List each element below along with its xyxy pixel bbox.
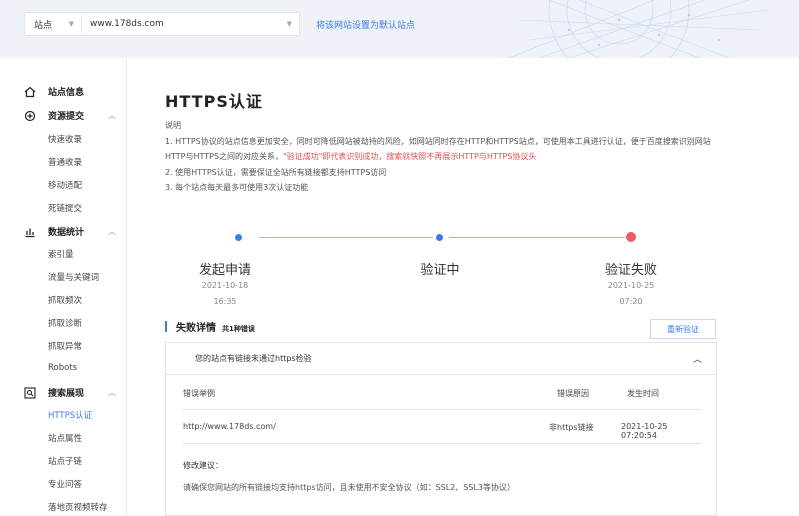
step-date: 2021-10-18	[201, 281, 249, 290]
step-connector	[259, 237, 433, 238]
suggestion-title: 修改建议：	[183, 461, 223, 470]
description-line: HTTP与HTTPS之间的对应关系，"验证成功"即代表识别成功，搜索就快照不再展…	[165, 149, 725, 165]
error-panel-header[interactable]: 您的站点有链接未通过https检验 ︿	[166, 343, 716, 375]
column-header-reason: 错误原因	[557, 389, 589, 398]
sidebar-item-robots[interactable]: Robots	[48, 363, 77, 373]
sidebar-item-mobile-adapt[interactable]: 移动适配	[48, 179, 82, 191]
site-selector[interactable]: 站点 ▼ www.178ds.com ▼	[24, 12, 300, 36]
home-icon	[24, 86, 36, 98]
sidebar-item-traffic-keywords[interactable]: 流量与关键词	[48, 271, 99, 283]
sidebar-item-dead-link[interactable]: 死链提交	[48, 202, 82, 214]
set-default-site-link[interactable]: 将该网站设置为默认站点	[316, 18, 415, 31]
sidebar-section-label: 站点信息	[48, 88, 85, 98]
step-time: 16:35	[213, 297, 237, 306]
chevron-down-icon: ▼	[68, 20, 74, 28]
description-line: 3. 每个站点每天最多可使用3次认证功能	[165, 183, 309, 192]
sidebar-section-search-display[interactable]: 搜索展现 ︿	[24, 386, 116, 399]
sidebar-item-fast-index[interactable]: 快速收录	[48, 133, 82, 145]
chart-icon	[24, 226, 36, 238]
top-bar: 站点 ▼ www.178ds.com ▼ 将该网站设置为默认站点	[0, 0, 799, 58]
search-display-icon	[24, 386, 36, 399]
submit-icon	[24, 110, 36, 122]
sidebar-section-site-info[interactable]: 站点信息	[24, 85, 116, 98]
step-date: 2021-10-25	[607, 281, 655, 290]
sidebar-item-landing-video[interactable]: 落地页视频转存	[48, 501, 108, 513]
step-label: 验证中	[420, 263, 460, 278]
sidebar-item-crawl-errors[interactable]: 抓取异常	[48, 340, 82, 352]
suggestion-text: 请确保您网站的所有链接均支持https访问，且未使用不安全协议（如：SSL2、S…	[183, 483, 515, 492]
sidebar-section-resource-submit[interactable]: 资源提交 ︿	[24, 109, 116, 122]
reverify-button[interactable]: 重新验证	[650, 319, 716, 339]
chevron-up-icon[interactable]: ︿	[693, 352, 702, 365]
step-label: 验证失败	[604, 263, 657, 278]
sidebar-item-site-attributes[interactable]: 站点属性	[48, 432, 82, 444]
sidebar-item-crawl-frequency[interactable]: 抓取频次	[48, 294, 82, 306]
table-header-row: 错误举例 错误原因 发生时间	[183, 375, 701, 410]
failure-details-header: 失败详情 共1种错误	[165, 319, 255, 334]
failure-details-title: 失败详情	[176, 323, 216, 334]
sidebar-section-label: 资源提交	[48, 112, 85, 122]
chevron-up-icon: ︿	[108, 227, 116, 236]
error-panel-title: 您的站点有链接未通过https检验	[195, 354, 312, 363]
description-line: 1. HTTPS协议的站点信息更加安全，同时可降低网站被劫持的风险，如网站同时存…	[165, 136, 711, 146]
chevron-up-icon: ︿	[108, 111, 116, 120]
error-table: 错误举例 错误原因 发生时间 http://www.178ds.com/ 非ht…	[183, 375, 701, 444]
site-domain-dropdown[interactable]: www.178ds.com ▼	[82, 13, 299, 35]
error-count: 共1种错误	[222, 325, 255, 333]
site-type-dropdown[interactable]: 站点 ▼	[25, 13, 82, 35]
progress-steps: 发起申请 2021-10-18 16:35 验证中 验证失败 2021-10-2…	[165, 228, 725, 318]
description-heading: 说明	[165, 121, 181, 130]
sidebar-section-label: 数据统计	[48, 228, 85, 238]
step-dot-done	[436, 234, 443, 241]
column-header-example: 错误举例	[183, 389, 215, 398]
sidebar-item-https-auth[interactable]: HTTPS认证	[48, 409, 92, 421]
error-panel: 您的站点有链接未通过https检验 ︿ 错误举例 错误原因 发生时间 http:…	[165, 342, 717, 516]
sidebar: 站点信息 资源提交 ︿ 快速收录 普通收录 移动适配 死链提交 数据统计 ︿ 索…	[0, 58, 127, 516]
chevron-down-icon: ▼	[286, 20, 292, 28]
step-time: 07:20	[619, 297, 643, 306]
sidebar-item-index-count[interactable]: 索引量	[48, 248, 74, 260]
description-block: 说明 1. HTTPS协议的站点信息更加安全，同时可降低网站被劫持的风险，如网站…	[165, 118, 725, 196]
site-domain-value: www.178ds.com	[90, 19, 164, 29]
step-dot-done	[235, 234, 242, 241]
sidebar-section-label: 搜索展现	[48, 389, 85, 399]
sidebar-item-site-sublinks[interactable]: 站点子链	[48, 455, 82, 467]
table-row: http://www.178ds.com/ 非https链接 2021-10-2…	[183, 410, 701, 444]
decorative-mesh-graphic	[508, 0, 770, 58]
page-title: HTTPS认证	[165, 92, 263, 111]
description-warning-text: "验证成功"即代表识别成功，搜索就快照不再展示HTTP与HTTPS协议头	[283, 152, 537, 161]
description-line: 2. 使用HTTPS认证，需要保证全站所有链接都支持HTTPS访问	[165, 167, 387, 177]
chevron-up-icon: ︿	[108, 388, 116, 397]
section-accent-bar	[165, 321, 167, 332]
error-url: http://www.178ds.com/	[183, 422, 276, 431]
error-reason: 非https链接	[549, 423, 594, 432]
step-label: 发起申请	[198, 263, 251, 278]
sidebar-item-crawl-diagnosis[interactable]: 抓取诊断	[48, 317, 82, 329]
site-type-value: 站点	[34, 20, 53, 31]
description-text: HTTP与HTTPS之间的对应关系，	[165, 152, 284, 161]
step-connector	[449, 237, 625, 238]
column-header-time: 发生时间	[627, 389, 659, 398]
sidebar-section-data-stats[interactable]: 数据统计 ︿	[24, 225, 116, 238]
error-time: 2021-10-25 07:20:54	[621, 422, 668, 440]
sidebar-item-normal-index[interactable]: 普通收录	[48, 156, 82, 168]
step-dot-fail	[626, 232, 636, 242]
sidebar-item-pro-qa[interactable]: 专业问答	[48, 478, 82, 490]
